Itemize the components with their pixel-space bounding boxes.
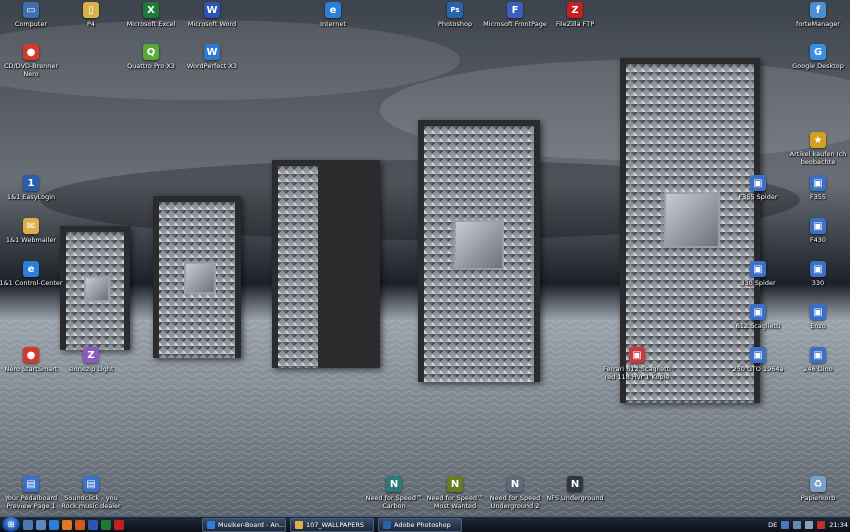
door-1	[60, 226, 130, 350]
quattro-pro-icon: Q	[143, 44, 159, 60]
desktop-icon-ferrari-612-red[interactable]: ▣ Ferrari 612 Scaglietti red 118 Hvr 1 K…	[602, 347, 672, 381]
desktop-icon-246-dino[interactable]: ▣ 246 Dino	[783, 347, 850, 373]
nfs-most-wanted-icon: N	[447, 476, 463, 492]
desktop-icon-recycle-bin[interactable]: ♻ Papierkorb	[783, 476, 850, 502]
desktop-icon-wordperfect[interactable]: W WordPerfect X3	[177, 44, 247, 70]
taskbar-window-musiker-board[interactable]: Musiker-Board - An...	[202, 517, 286, 532]
ebay-shortcut-icon: ★	[810, 132, 826, 148]
photoshop-icon	[383, 520, 391, 529]
antivirus-icon[interactable]	[817, 520, 826, 529]
image-file-icon: ▣	[750, 304, 766, 320]
volume-icon[interactable]	[805, 520, 814, 529]
word-icon: W	[204, 2, 220, 18]
desktop-icon-quattro-pro[interactable]: Q Quattro Pro X3	[116, 44, 186, 70]
image-file-icon: ▣	[750, 261, 766, 277]
desktop-icon-control-center[interactable]: e 1&1 Control-Center	[0, 261, 66, 287]
document-icon: ▤	[23, 476, 39, 492]
windows-logo-icon: ⊞	[7, 520, 15, 529]
excel-icon[interactable]	[101, 519, 111, 530]
desktop-icon-enzo[interactable]: ▣ Enzo	[783, 304, 850, 330]
taskbar-window-wallpapers[interactable]: 107_WALLPAPERS	[290, 517, 374, 532]
network-icon[interactable]	[793, 520, 802, 529]
language-indicator[interactable]: DE	[768, 521, 777, 529]
desktop-icon-excel[interactable]: X Microsoft Excel	[116, 2, 186, 28]
system-tray: DE 21:34	[768, 518, 848, 531]
desktop-icon-fortemanager[interactable]: f forteManager	[783, 2, 850, 28]
start-button[interactable]: ⊞	[2, 517, 20, 532]
image-file-icon: ▣	[750, 347, 766, 363]
switch-windows-icon[interactable]	[36, 519, 46, 530]
desktop-icon-word[interactable]: W Microsoft Word	[177, 2, 247, 28]
fortemanager-icon: f	[810, 2, 826, 18]
image-file-icon: ▣	[810, 304, 826, 320]
desktop-icon-easylogin[interactable]: 1 1&1 EasyLogin	[0, 175, 66, 201]
frontpage-icon: F	[507, 2, 523, 18]
image-file-icon: ▣	[750, 175, 766, 191]
excel-icon: X	[143, 2, 159, 18]
nero-icon: ●	[23, 44, 39, 60]
folder-icon	[295, 520, 303, 529]
webmailer-icon: ✉	[23, 218, 39, 234]
image-file-icon: ▣	[810, 347, 826, 363]
image-file-icon: ▣	[810, 175, 826, 191]
door-2	[153, 196, 241, 358]
easylogin-icon: 1	[23, 175, 39, 191]
control-center-icon: e	[23, 261, 39, 277]
internet-explorer-icon[interactable]	[49, 519, 59, 530]
desktop-wallpaper	[0, 0, 850, 516]
nfs-carbon-icon: N	[386, 476, 402, 492]
desktop-icon-sinnezip[interactable]: Z sinnezip Light	[56, 347, 126, 373]
clock[interactable]: 21:34	[829, 521, 848, 529]
desktop-icon-f430[interactable]: ▣ F430	[783, 218, 850, 244]
filezilla-icon: Z	[567, 2, 583, 18]
nfs-underground-2-icon: N	[507, 476, 523, 492]
firefox-icon[interactable]	[75, 519, 85, 530]
taskbar-window-photoshop[interactable]: Adobe Photoshop	[378, 517, 462, 532]
media-player-icon[interactable]	[62, 519, 72, 530]
folder-icon: ▯	[83, 2, 99, 18]
desktop-icon-nfs-underground[interactable]: N NFS Underground	[540, 476, 610, 502]
desktop-icon-filezilla[interactable]: Z FileZilla FTP	[540, 2, 610, 28]
desktop-icon-artikel-kaufen[interactable]: ★ Artikel kaufen Ich beobachte	[783, 132, 850, 166]
image-file-icon: ▣	[810, 261, 826, 277]
desktop-icon-internet[interactable]: e Internet	[298, 2, 368, 28]
desktop-icon-soundclick[interactable]: ▤ Soundclick - you Rock music dealer	[56, 476, 126, 510]
taskbar: ⊞ Musiker-Board - An... 107_WALLPAPERS A…	[0, 516, 850, 532]
desktop-icon-google-desktop[interactable]: G Google Desktop	[783, 44, 850, 70]
show-desktop-icon[interactable]	[23, 519, 33, 530]
google-desktop-icon: G	[810, 44, 826, 60]
internet-explorer-icon	[207, 520, 215, 529]
zip-archive-icon: Z	[83, 347, 99, 363]
computer-icon: ▭	[23, 2, 39, 18]
door-3-open	[272, 160, 380, 368]
door-4	[418, 120, 540, 382]
nero-startsmart-icon: ●	[23, 347, 39, 363]
desktop-icon-webmailer[interactable]: ✉ 1&1 Webmailer	[0, 218, 66, 244]
recycle-bin-icon: ♻	[810, 476, 826, 492]
document-icon: ▤	[83, 476, 99, 492]
desktop-icon-330[interactable]: ▣ 330	[783, 261, 850, 287]
help-icon[interactable]	[781, 520, 790, 529]
internet-explorer-icon: e	[325, 2, 341, 18]
desktop-icon-f355[interactable]: ▣ F355	[783, 175, 850, 201]
nfs-underground-icon: N	[567, 476, 583, 492]
desktop-icon-nero-burner[interactable]: ● CD/DVD-Brenner Nero	[0, 44, 66, 78]
photoshop-icon: Ps	[447, 2, 463, 18]
desktop-icon-nfs-carbon[interactable]: N Need for Speed™ Carbon	[359, 476, 429, 510]
wordperfect-icon: W	[204, 44, 220, 60]
filezilla-icon[interactable]	[114, 519, 124, 530]
image-file-icon: ▣	[810, 218, 826, 234]
word-icon[interactable]	[88, 519, 98, 530]
image-file-icon: ▣	[629, 347, 645, 363]
